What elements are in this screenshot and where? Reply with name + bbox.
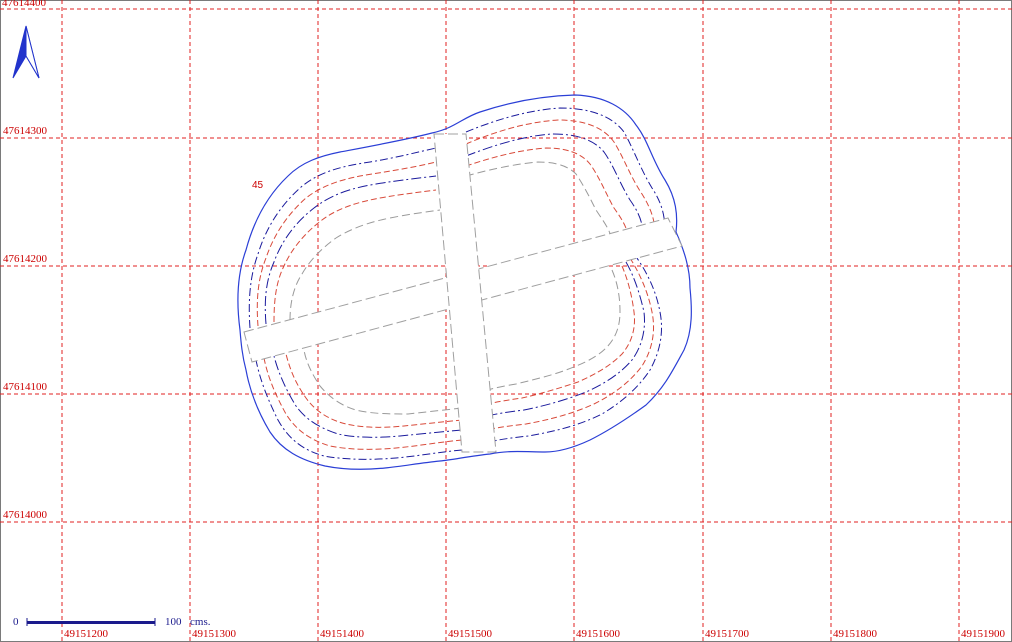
map-frame [0, 0, 1012, 642]
x-grid-label: 49151200 [64, 628, 109, 640]
x-grid-label: 49151300 [192, 628, 237, 640]
x-grid-label: 49151700 [705, 628, 750, 640]
scale-bar-unit-label: cms. [190, 616, 211, 628]
scale-bar-start-label: 0 [13, 616, 19, 628]
x-grid-label: 49151900 [961, 628, 1006, 640]
x-grid-label: 49151400 [320, 628, 365, 640]
scale-bar-end-label: 100 [165, 616, 182, 628]
contour-elevation-label: 45 [252, 180, 264, 191]
scale-bar-segment [27, 621, 155, 624]
x-grid-label: 49151600 [576, 628, 621, 640]
x-grid-label: 49151800 [833, 628, 878, 640]
y-grid-label: 47614400 [2, 0, 47, 9]
y-grid-label: 47614000 [3, 509, 48, 521]
map-canvas[interactable]: 47614400 47614300 47614200 47614100 4761… [0, 0, 1012, 642]
y-grid-label: 47614100 [3, 381, 48, 393]
x-grid-label: 49151500 [448, 628, 493, 640]
y-grid-label: 47614200 [3, 253, 48, 265]
y-grid-label: 47614300 [3, 125, 48, 137]
